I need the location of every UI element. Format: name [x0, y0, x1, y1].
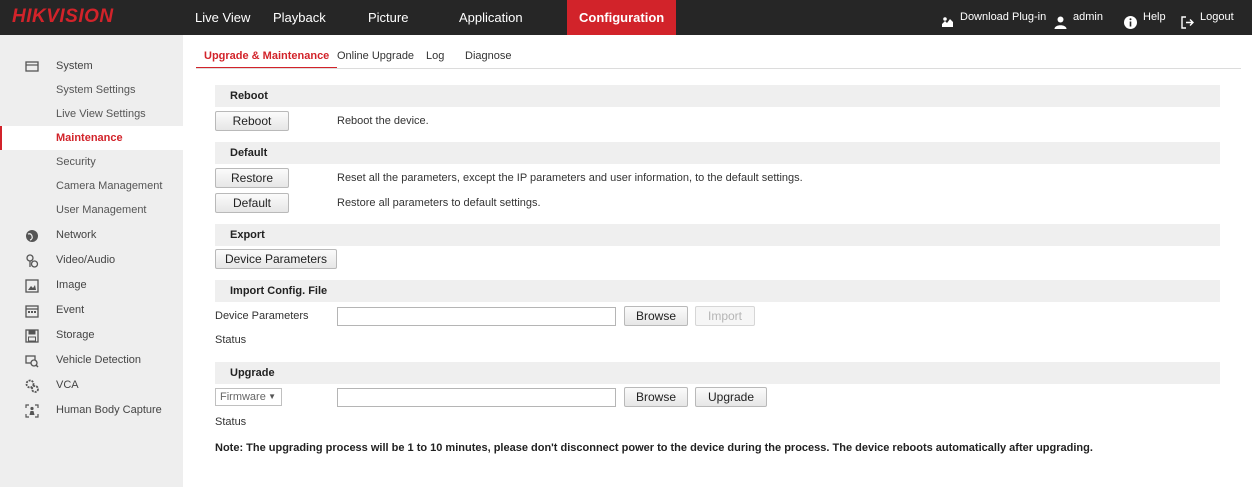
nav-live-view[interactable]: Live View: [183, 0, 262, 35]
top-bar: HIKVISION Live View Playback Picture App…: [0, 0, 1252, 35]
upgrade-note: Note: The upgrading process will be 1 to…: [215, 442, 1093, 454]
download-plugin-label: Download Plug-in: [960, 11, 1047, 23]
sidebar-item-storage[interactable]: Storage: [0, 323, 183, 347]
info-icon: [1123, 10, 1138, 29]
default-button[interactable]: Default: [215, 193, 289, 213]
sidebar-item-label: Video/Audio: [56, 254, 116, 266]
nav-application[interactable]: Application: [447, 0, 535, 35]
tab-upgrade-maintenance[interactable]: Upgrade & Maintenance: [196, 47, 338, 69]
sidebar-item-event[interactable]: Event: [0, 298, 183, 322]
nav-picture[interactable]: Picture: [356, 0, 420, 35]
video-audio-icon: [25, 253, 39, 268]
nav-configuration[interactable]: Configuration: [567, 0, 677, 35]
sidebar-item-label: Human Body Capture: [56, 404, 162, 416]
default-description: Restore all parameters to default settin…: [337, 197, 541, 209]
sidebar-item-video-audio[interactable]: Video/Audio: [0, 248, 183, 272]
import-status-label: Status: [215, 334, 247, 346]
sidebar-item-maintenance[interactable]: Maintenance: [0, 126, 183, 150]
restore-description: Reset all the parameters, except the IP …: [337, 172, 803, 184]
user-name: admin: [1073, 11, 1103, 23]
floppy-icon: [25, 328, 39, 343]
sidebar-item-network[interactable]: Network: [0, 223, 183, 247]
import-device-parameters-label: Device Parameters: [215, 310, 309, 322]
sidebar-item-label: Event: [56, 304, 85, 316]
sidebar-item-live-view-settings[interactable]: Live View Settings: [0, 102, 183, 126]
tab-log[interactable]: Log: [426, 47, 444, 69]
section-upgrade-title: Upgrade: [215, 362, 1220, 384]
vehicle-search-icon: [25, 353, 39, 368]
section-export-title: Export: [215, 224, 1220, 246]
sidebar-item-label: VCA: [56, 379, 79, 391]
sidebar-item-user-management[interactable]: User Management: [0, 198, 183, 222]
logout-label: Logout: [1200, 11, 1234, 23]
puzzle-icon: [940, 10, 955, 27]
restore-button[interactable]: Restore: [215, 168, 289, 188]
upgrade-button[interactable]: Upgrade: [695, 387, 767, 407]
import-browse-button[interactable]: Browse: [624, 306, 688, 326]
sidebar-item-system-settings[interactable]: System Settings: [0, 78, 183, 102]
import-button[interactable]: Import: [695, 306, 755, 326]
tab-diagnose[interactable]: Diagnose: [465, 47, 511, 69]
sidebar-item-vehicle-detection[interactable]: Vehicle Detection: [0, 348, 183, 372]
section-default-title: Default: [215, 142, 1220, 164]
sidebar-item-label: System: [56, 60, 93, 72]
vca-gear-icon: [25, 378, 39, 393]
logout-link[interactable]: Logout: [1180, 0, 1234, 35]
upgrade-file-path-input[interactable]: [337, 388, 616, 407]
sidebar-item-label: Image: [56, 279, 87, 291]
hikvision-logo: HIKVISION: [12, 6, 114, 27]
help-link[interactable]: Help: [1123, 0, 1166, 35]
sidebar-item-security[interactable]: Security: [0, 150, 183, 174]
section-import-title: Import Config. File: [215, 280, 1220, 302]
upgrade-status-label: Status: [215, 416, 247, 428]
tab-online-upgrade[interactable]: Online Upgrade: [337, 47, 414, 69]
sidebar-item-vca[interactable]: VCA: [0, 373, 183, 397]
tab-divider: [196, 68, 1241, 69]
caret-down-icon: ▼: [268, 392, 276, 401]
nav-playback[interactable]: Playback: [261, 0, 338, 35]
reboot-description: Reboot the device.: [337, 115, 429, 127]
user-icon: [1053, 10, 1068, 29]
help-label: Help: [1143, 11, 1166, 23]
sidebar: System System Settings Live View Setting…: [0, 35, 183, 487]
globe-icon: [25, 228, 39, 242]
logout-icon: [1180, 10, 1195, 29]
import-file-path-input[interactable]: [337, 307, 616, 326]
calendar-icon: [25, 303, 39, 318]
image-icon: [25, 278, 39, 293]
reboot-button[interactable]: Reboot: [215, 111, 289, 131]
download-plugin-link[interactable]: Download Plug-in: [940, 0, 1046, 35]
upgrade-type-select[interactable]: Firmware ▼: [215, 388, 282, 406]
sidebar-item-label: Vehicle Detection: [56, 354, 141, 366]
export-device-parameters-button[interactable]: Device Parameters: [215, 249, 337, 269]
section-reboot-title: Reboot: [215, 85, 1220, 107]
human-body-icon: [25, 403, 39, 418]
upgrade-type-value: Firmware: [220, 391, 266, 403]
sidebar-item-system[interactable]: System: [0, 54, 183, 78]
upgrade-browse-button[interactable]: Browse: [624, 387, 688, 407]
sidebar-item-label: Network: [56, 229, 97, 241]
sidebar-item-camera-management[interactable]: Camera Management: [0, 174, 183, 198]
sidebar-item-image[interactable]: Image: [0, 273, 183, 297]
monitor-icon: [25, 59, 39, 73]
sidebar-item-human-body-capture[interactable]: Human Body Capture: [0, 398, 183, 422]
sidebar-item-label: Storage: [56, 329, 95, 341]
user-menu[interactable]: admin: [1053, 0, 1103, 35]
